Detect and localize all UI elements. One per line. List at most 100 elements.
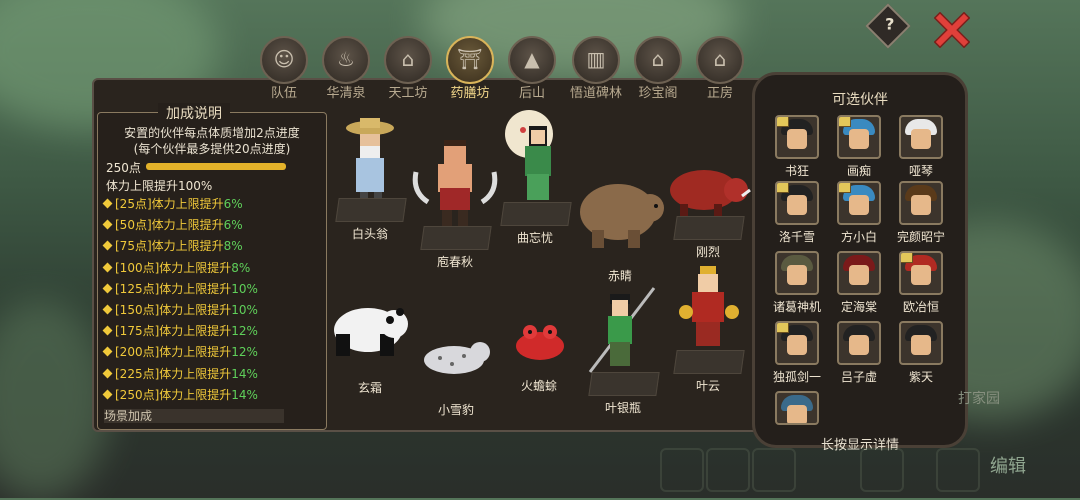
- tab-label: 悟道碑林: [569, 86, 622, 101]
- avatar: [899, 321, 943, 365]
- tab-mountain[interactable]: ▲ 后山: [503, 36, 561, 101]
- tab-label: 药膳坊: [450, 86, 490, 101]
- bonus-row: [175点]体力上限提升12%: [102, 322, 258, 343]
- slot-name: 独孤剑一: [772, 370, 821, 384]
- close-button[interactable]: [933, 11, 971, 49]
- spear-girl-sprite: [588, 287, 656, 373]
- slot-name: 紫天: [908, 370, 933, 384]
- old-man-sprite: [346, 118, 394, 202]
- companion-slot[interactable]: 洛千雪: [775, 181, 819, 245]
- companion-slot[interactable]: 独孤剑一: [773, 321, 821, 385]
- companion-slot[interactable]: 欧冶恒: [899, 251, 943, 315]
- diamond-icon: [102, 389, 113, 400]
- companion-ganglie[interactable]: 刚烈: [664, 160, 752, 259]
- companion-xiaoxuebao[interactable]: 小雪豹: [420, 334, 492, 417]
- fire-toad-sprite: [516, 325, 564, 360]
- red-warrior-sprite: [679, 266, 739, 346]
- companion-xuanshuang[interactable]: 玄霜: [330, 300, 410, 395]
- question-icon: ?: [885, 14, 895, 34]
- tab-spring[interactable]: ♨ 华清泉: [317, 36, 375, 101]
- diamond-icon: [102, 368, 113, 378]
- avatar: [775, 391, 819, 425]
- companion-slot[interactable]: 画痴: [837, 115, 881, 179]
- badge-icon: [777, 183, 789, 193]
- base-bonus: 体力上限提升100%: [106, 179, 213, 193]
- badge-icon: [839, 117, 851, 127]
- help-button[interactable]: ?: [865, 3, 911, 49]
- garden-label: 打家园: [958, 391, 1000, 407]
- team-icon: ☺: [260, 36, 308, 84]
- avatar: [899, 181, 943, 225]
- companion-slot[interactable]: 完颜昭宁: [897, 181, 945, 245]
- bonus-row: [150点]体力上限提升10%: [102, 301, 258, 322]
- badge-icon: [901, 253, 913, 263]
- slot-name: 诸葛神机: [772, 300, 821, 314]
- diamond-icon: [102, 346, 113, 357]
- badge-icon: [839, 183, 851, 193]
- bonus-row: [250点]体力上限提升14%: [102, 386, 258, 407]
- background-slot: [860, 448, 904, 492]
- tab-house[interactable]: ⌂ 正房: [691, 36, 749, 101]
- badge-icon: [777, 117, 789, 127]
- tab-label: 华清泉: [326, 86, 366, 101]
- snow-leopard-sprite: [424, 342, 490, 374]
- tab-team[interactable]: ☺ 队伍: [255, 36, 313, 101]
- companion-name: 小雪豹: [437, 403, 474, 417]
- companion-slot[interactable]: 方小白: [837, 181, 881, 245]
- tab-pavilion[interactable]: ⌂ 珍宝阁: [629, 36, 687, 101]
- companion-name: 火蟾蜍: [520, 379, 557, 393]
- stele-icon: ▥: [572, 36, 620, 84]
- badge-icon: [777, 323, 789, 333]
- avatar: [775, 115, 819, 159]
- companion-slot[interactable]: 吕子虚: [837, 321, 881, 385]
- companion-baitouweng[interactable]: 白头翁: [330, 112, 410, 241]
- companion-slot[interactable]: 定海棠: [837, 251, 881, 315]
- platform: [335, 198, 407, 222]
- kitchen-icon: ⛩: [446, 36, 494, 84]
- tab-workshop[interactable]: ⌂ 天工坊: [379, 36, 437, 101]
- house-icon: ⌂: [696, 36, 744, 84]
- avatar: [775, 181, 819, 225]
- slot-name: 洛千雪: [778, 230, 815, 244]
- tab-kitchen[interactable]: ⛩ 药膳坊: [441, 36, 499, 101]
- points-value: 250点: [106, 161, 141, 175]
- description-line: (每个伙伴最多提供20点进度): [133, 142, 291, 156]
- avatar: [837, 181, 881, 225]
- bonus-list: [25点]体力上限提升6% [50点]体力上限提升6% [75点]体力上限提升8…: [102, 195, 258, 407]
- companion-pool-panel: 可选伙伴 书狂 画痴 哑琴 洛千雪 方小白 完颜昭宁 诸葛神机 定海棠 欧冶恒 …: [752, 72, 968, 453]
- diamond-icon: [102, 219, 113, 230]
- companion-slot[interactable]: 诸葛神机: [773, 251, 821, 315]
- companion-yeyun[interactable]: 叶云: [670, 262, 746, 393]
- slot-name: 方小白: [840, 230, 877, 244]
- pool-title: 可选伙伴: [832, 92, 888, 108]
- companion-name: 叶云: [695, 379, 720, 393]
- companion-quwangyou[interactable]: 曲忘忧: [495, 108, 575, 245]
- avatar: [899, 115, 943, 159]
- background-slot: [752, 448, 796, 492]
- companion-huochanchu[interactable]: 火蟾蜍: [508, 318, 570, 393]
- tab-label: 后山: [518, 86, 545, 101]
- companion-slot[interactable]: 书狂: [775, 115, 819, 179]
- bonus-row: [50点]体力上限提升6%: [102, 216, 258, 237]
- companion-name: 玄霜: [357, 381, 382, 395]
- companion-name: 叶银瓶: [604, 401, 641, 415]
- workshop-icon: ⌂: [384, 36, 432, 84]
- edit-button[interactable]: 编辑: [990, 452, 1026, 478]
- tab-label: 正房: [706, 86, 733, 101]
- background-slot: [660, 448, 704, 492]
- companion-slot[interactable]: 哑琴: [899, 115, 943, 179]
- slot-name: 定海棠: [840, 300, 877, 314]
- bear-sprite: [580, 184, 664, 248]
- avatar: [775, 251, 819, 295]
- companion-slot[interactable]: 紫天: [899, 321, 943, 385]
- diamond-icon: [102, 304, 113, 315]
- companion-slot[interactable]: [775, 391, 819, 425]
- tab-stele[interactable]: ▥ 悟道碑林: [567, 36, 625, 101]
- bonus-info-panel: 加成说明 安置的伙伴每点体质增加2点进度 (每个伙伴最多提供20点进度) 250…: [97, 103, 327, 430]
- diamond-icon: [102, 325, 113, 336]
- background-slot: [706, 448, 750, 492]
- diamond-icon: [102, 262, 113, 273]
- avatar: [899, 251, 943, 295]
- bonus-row: [25点]体力上限提升6%: [102, 195, 258, 216]
- diamond-icon: [102, 240, 113, 251]
